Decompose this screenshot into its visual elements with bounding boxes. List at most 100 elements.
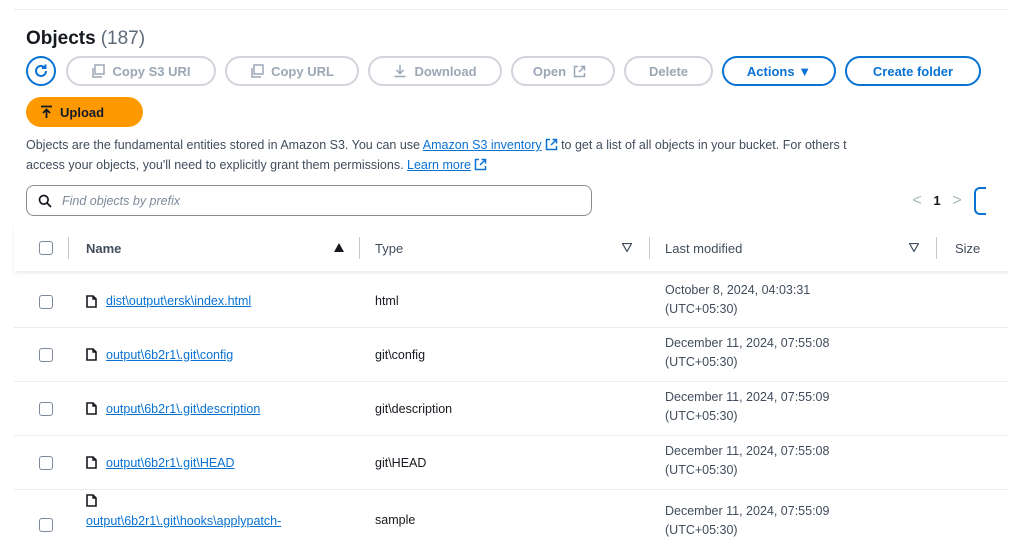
last-modified-cell: December 11, 2024, 07:55:09 (UTC+05:30) — [665, 388, 829, 426]
modified-timezone: (UTC+05:30) — [665, 523, 738, 537]
previous-page-button[interactable]: < — [908, 192, 926, 210]
sort-ascending-icon[interactable] — [334, 243, 344, 252]
table-header: Name Type Last modified Size — [14, 225, 1009, 271]
column-divider — [649, 237, 650, 259]
copy-url-label: Copy URL — [271, 63, 334, 79]
column-type-header[interactable]: Type — [375, 225, 403, 271]
top-divider — [14, 9, 1009, 10]
download-label: Download — [414, 63, 477, 79]
row-checkbox[interactable] — [39, 348, 53, 362]
row-checkbox[interactable] — [39, 295, 53, 309]
upload-label: Upload — [60, 104, 105, 120]
type-cell: git\config — [375, 347, 426, 362]
download-button[interactable]: Download — [368, 56, 502, 86]
description-text-3: access your objects, you'll need to expl… — [26, 158, 408, 172]
create-folder-label: Create folder — [872, 63, 954, 79]
delete-button[interactable]: Delete — [624, 56, 713, 86]
modified-date: December 11, 2024, 07:55:08 — [665, 444, 830, 458]
description-text-1: Objects are the fundamental entities sto… — [26, 138, 423, 152]
external-link-icon — [545, 138, 557, 151]
column-name-header[interactable]: Name — [86, 225, 121, 271]
description-text-2: to get a list of all objects in your buc… — [557, 138, 847, 152]
objects-count: (187) — [100, 28, 146, 49]
last-modified-cell: December 11, 2024, 07:55:08 (UTC+05:30) — [665, 442, 829, 480]
external-link-icon — [474, 158, 487, 171]
modified-timezone: (UTC+05:30) — [665, 355, 738, 369]
copy-s3-uri-button[interactable]: Copy S3 URI — [66, 56, 216, 86]
preferences-button[interactable] — [974, 186, 986, 215]
name-cell: output\6b2r1\.git\description — [86, 382, 260, 435]
object-name-link[interactable]: output\6b2r1\.git\description — [106, 402, 260, 416]
refresh-button[interactable] — [26, 56, 56, 86]
last-modified-cell: October 8, 2024, 04:03:31 (UTC+05:30) — [665, 281, 810, 319]
objects-heading: Objects — [26, 28, 96, 49]
objects-description: Objects are the fundamental entities sto… — [26, 135, 1009, 175]
type-cell: git\description — [375, 401, 453, 416]
delete-label: Delete — [648, 63, 689, 79]
file-icon — [86, 456, 97, 469]
name-cell: output\6b2r1\.git\config — [86, 328, 233, 381]
modified-date: December 11, 2024, 07:55:08 — [665, 336, 830, 350]
type-cell: sample — [375, 513, 416, 527]
toolbar: Copy S3 URI Copy URL Download Open Delet… — [26, 56, 990, 86]
modified-timezone: (UTC+05:30) — [665, 409, 738, 423]
current-page-number[interactable]: 1 — [926, 193, 948, 208]
create-folder-button[interactable]: Create folder — [845, 56, 981, 86]
select-all-checkbox[interactable] — [39, 241, 53, 255]
last-modified-cell: December 11, 2024, 07:55:09 (UTC+05:30) — [665, 502, 829, 540]
column-size-header[interactable]: Size — [955, 225, 980, 271]
actions-label: Actions ▼ — [746, 63, 812, 79]
modified-timezone: (UTC+05:30) — [665, 463, 738, 477]
copy-icon — [251, 64, 264, 78]
object-name-link[interactable]: output\6b2r1\.git\hooks\applypatch- — [86, 514, 281, 528]
sort-descending-icon[interactable] — [909, 243, 919, 252]
last-modified-cell: December 11, 2024, 07:55:08 (UTC+05:30) — [665, 334, 829, 372]
copy-s3-uri-label: Copy S3 URI — [112, 63, 191, 79]
row-checkbox[interactable] — [39, 402, 53, 416]
table-row[interactable]: dist\output\ersk\index.html html October… — [14, 275, 1009, 328]
row-checkbox[interactable] — [39, 456, 53, 470]
search-icon — [38, 194, 52, 208]
column-last-modified-header[interactable]: Last modified — [665, 225, 742, 271]
modified-date: December 11, 2024, 07:55:09 — [665, 504, 830, 518]
page-title: Objects (187) — [26, 28, 145, 50]
type-cell: html — [375, 294, 399, 308]
download-icon — [394, 65, 406, 78]
table-row[interactable]: output\6b2r1\.git\description git\descri… — [14, 382, 1009, 436]
column-divider — [936, 237, 937, 259]
column-divider — [359, 237, 360, 259]
name-cell: output\6b2r1\.git\hooks\applypatch- — [86, 494, 281, 528]
object-name-link[interactable]: dist\output\ersk\index.html — [106, 294, 251, 308]
table-row[interactable]: output\6b2r1\.git\config git\config Dece… — [14, 328, 1009, 382]
search-input[interactable] — [60, 192, 564, 209]
name-cell: dist\output\ersk\index.html — [86, 275, 251, 327]
object-name-link[interactable]: output\6b2r1\.git\HEAD — [106, 456, 235, 470]
open-label: Open — [532, 63, 567, 79]
upload-button[interactable]: Upload — [26, 97, 143, 127]
pagination: < 1 > — [908, 185, 986, 216]
file-icon — [86, 494, 97, 507]
objects-table: Name Type Last modified Size dist\output… — [14, 225, 1009, 537]
row-checkbox[interactable] — [39, 518, 53, 532]
copy-icon — [92, 64, 106, 78]
s3-inventory-link[interactable]: Amazon S3 inventory — [423, 138, 542, 152]
file-icon — [86, 348, 97, 361]
copy-url-button[interactable]: Copy URL — [225, 56, 359, 86]
column-divider — [68, 237, 69, 259]
refresh-icon — [35, 64, 47, 77]
learn-more-link[interactable]: Learn more — [407, 158, 471, 172]
file-icon — [86, 294, 97, 308]
search-box[interactable] — [26, 185, 592, 216]
actions-button[interactable]: Actions ▼ — [722, 56, 836, 86]
open-button[interactable]: Open — [511, 56, 615, 86]
table-row[interactable]: output\6b2r1\.git\HEAD git\HEAD December… — [14, 436, 1009, 490]
upload-icon — [41, 105, 52, 118]
external-link-icon — [573, 65, 586, 77]
file-icon — [86, 402, 97, 415]
table-row[interactable]: output\6b2r1\.git\hooks\applypatch- samp… — [14, 490, 1009, 550]
modified-date: December 11, 2024, 07:55:09 — [665, 390, 830, 404]
next-page-button[interactable]: > — [948, 192, 966, 210]
object-name-link[interactable]: output\6b2r1\.git\config — [106, 348, 233, 362]
sort-descending-icon[interactable] — [622, 243, 632, 252]
name-cell: output\6b2r1\.git\HEAD — [86, 436, 235, 489]
